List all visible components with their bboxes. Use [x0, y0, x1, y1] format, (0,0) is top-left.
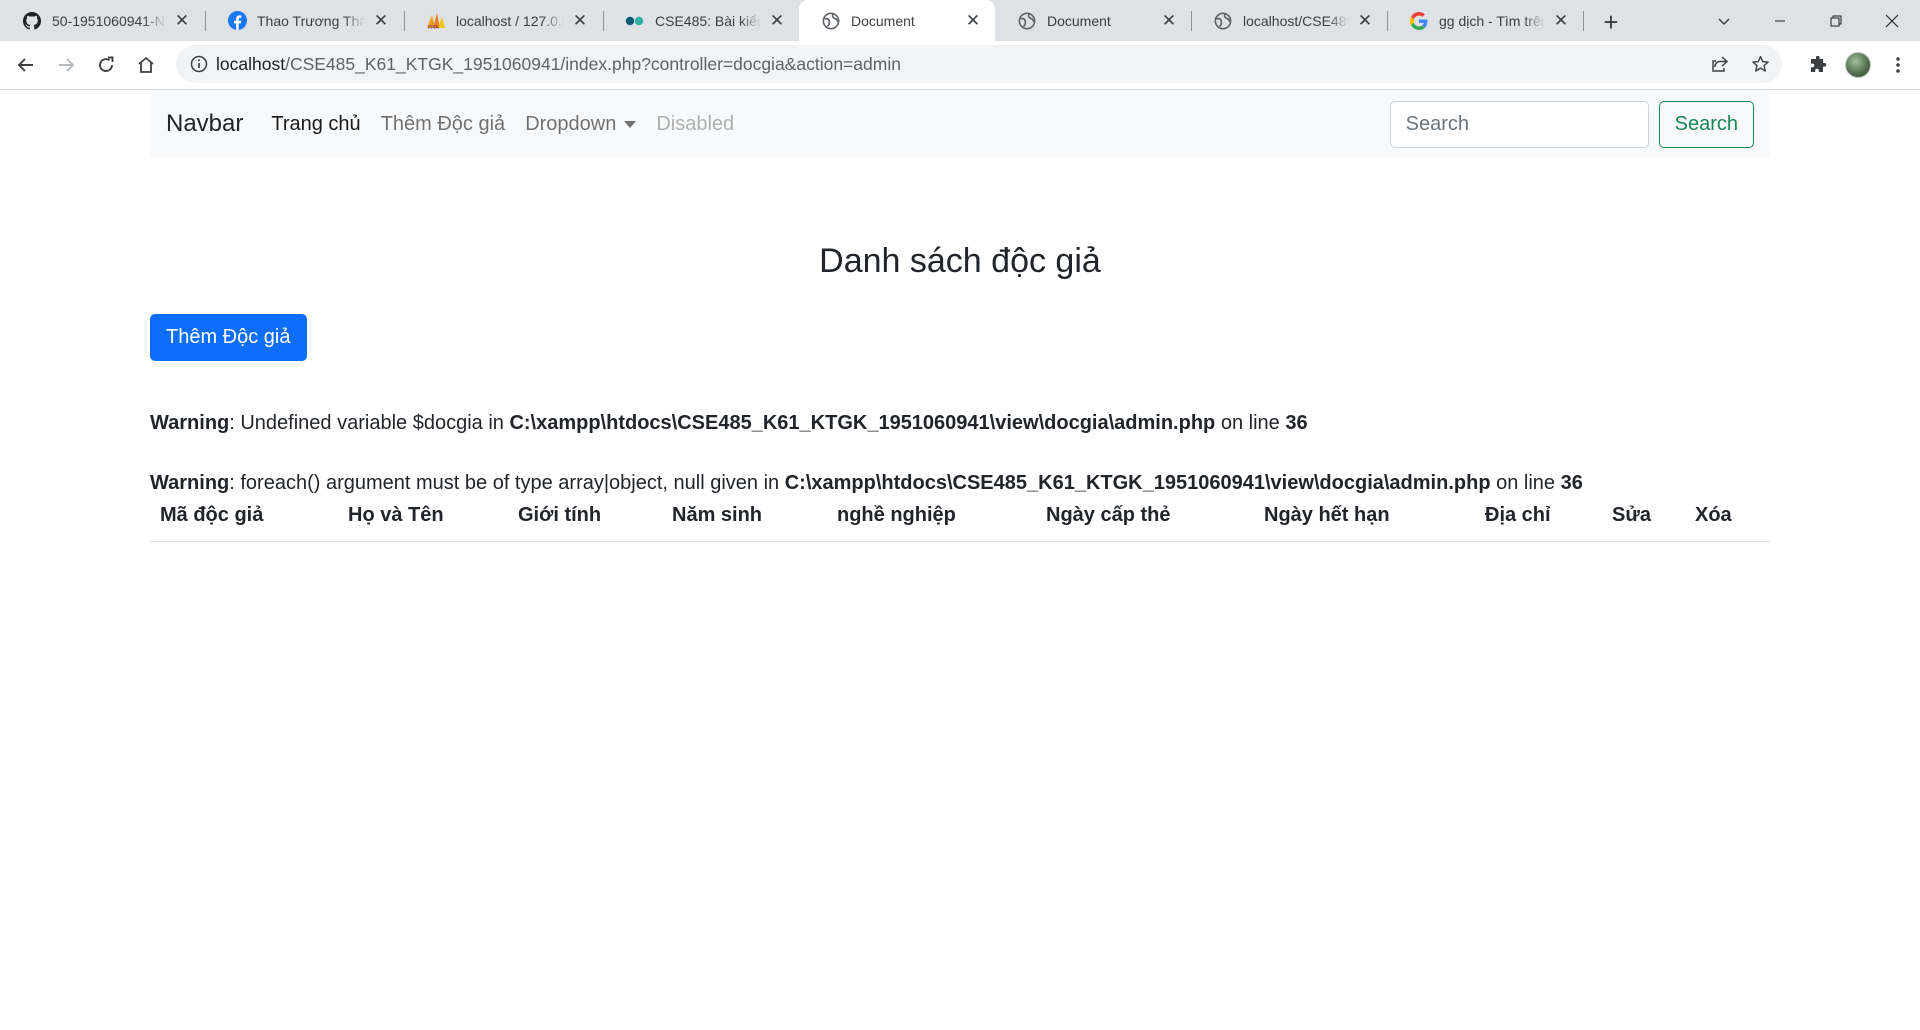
phpmyadmin-icon: PMA [426, 11, 446, 31]
tab-search-chevron-icon[interactable] [1696, 0, 1752, 41]
warning-file: C:\xampp\htdocs\CSE485_K61_KTGK_19510609… [784, 472, 1491, 494]
warning-label: Warning [150, 412, 230, 434]
close-window-icon[interactable] [1864, 0, 1920, 41]
page-content: Navbar Trang chủ Thêm Độc giả Dropdown D… [0, 90, 1920, 1030]
close-icon[interactable]: ✕ [371, 11, 391, 31]
column-header-expiry-date: Ngày hết hạn [1264, 504, 1390, 526]
restore-icon[interactable] [1808, 0, 1864, 41]
warning-label: Warning [150, 472, 230, 494]
tab-document[interactable]: Document ✕ [995, 0, 1191, 41]
tab-title: CSE485: Bài kiểm tra [655, 12, 761, 29]
tab-separator [1583, 11, 1584, 31]
column-header-issue-date: Ngày cấp thẻ [1046, 504, 1171, 526]
github-icon [22, 11, 42, 31]
warning-line-number: 36 [1285, 412, 1308, 434]
toolbar-right [1794, 49, 1914, 81]
new-tab-plus-icon[interactable]: + [1595, 6, 1627, 38]
avatar [1845, 52, 1871, 78]
globe-icon [1213, 11, 1233, 31]
close-icon[interactable]: ✕ [767, 11, 787, 31]
nav-dropdown[interactable]: Dropdown [525, 112, 637, 136]
tab-document-active[interactable]: Document ✕ [799, 0, 995, 41]
php-warning: Warning: Undefined variable $docgia in C… [150, 412, 1308, 435]
more-menu-icon[interactable] [1882, 49, 1914, 81]
address-bar[interactable]: localhost/CSE485_K61_KTGK_1951060941/ind… [176, 45, 1782, 83]
google-icon [1409, 11, 1429, 31]
tab-title: 50-1951060941-Nguyễn [52, 12, 166, 29]
add-reader-button[interactable]: Thêm Độc giả [150, 314, 307, 361]
close-icon[interactable]: ✕ [172, 11, 192, 31]
tab-localhost-cse485[interactable]: localhost/CSE485_K61 ✕ [1191, 0, 1387, 41]
column-header-address: Địa chỉ [1485, 504, 1551, 526]
flickr-dots-icon [625, 11, 645, 31]
tab-facebook[interactable]: Thao Trương Thanh ✕ [205, 0, 403, 41]
browser-tabstrip: 50-1951060941-Nguyễn ✕ Thao Trương Thanh… [0, 0, 1920, 41]
tab-title: Document [1047, 12, 1111, 29]
readers-table-header: Mã độc giả Họ và Tên Giới tính Năm sinh … [150, 500, 1770, 542]
search-form: Search [1389, 100, 1754, 148]
share-icon[interactable] [1704, 48, 1736, 80]
home-icon[interactable] [130, 49, 162, 81]
search-input[interactable] [1389, 100, 1649, 148]
column-header-gender: Giới tính [518, 504, 602, 526]
extensions-puzzle-icon[interactable] [1802, 49, 1834, 81]
search-button[interactable]: Search [1658, 100, 1754, 148]
page-title: Danh sách độc giả [819, 242, 1101, 280]
warning-file: C:\xampp\htdocs\CSE485_K61_KTGK_19510609… [509, 412, 1216, 434]
tab-title: gg dịch - Tìm trên Google [1439, 12, 1545, 29]
facebook-icon [227, 11, 247, 31]
nav-link-disabled: Disabled [656, 112, 735, 135]
navbar-brand[interactable]: Navbar [166, 110, 243, 138]
url-path: /CSE485_K61_KTGK_1951060941/index.php?co… [285, 53, 901, 74]
browser-toolbar: localhost/CSE485_K61_KTGK_1951060941/ind… [0, 41, 1920, 90]
column-header-reader-id: Mã độc giả [160, 504, 264, 526]
url-host: localhost [216, 53, 286, 74]
close-icon[interactable]: ✕ [1159, 11, 1179, 31]
address-bar-actions [1696, 48, 1776, 80]
nav-link-home[interactable]: Trang chủ [271, 113, 360, 136]
url-text: localhost/CSE485_K61_KTGK_1951060941/ind… [216, 54, 901, 75]
tab-title: Document [851, 12, 915, 29]
profile-avatar[interactable] [1842, 49, 1874, 81]
warning-message: : Undefined variable $docgia in [229, 412, 510, 434]
warning-on-line: on line [1490, 472, 1561, 494]
caret-down-icon [624, 120, 637, 128]
site-navbar: Navbar Trang chủ Thêm Độc giả Dropdown D… [150, 90, 1770, 158]
back-arrow-icon[interactable] [10, 49, 42, 81]
minimize-icon[interactable] [1752, 0, 1808, 41]
tab-phpmyadmin[interactable]: PMA localhost / 127.0.0.1 ✕ [404, 0, 602, 41]
column-header-full-name: Họ và Tên [348, 504, 444, 526]
close-icon[interactable]: ✕ [570, 11, 590, 31]
tab-cse485-quiz[interactable]: CSE485: Bài kiểm tra ✕ [603, 0, 799, 41]
column-header-delete: Xóa [1695, 504, 1732, 526]
column-header-birth-year: Năm sinh [672, 504, 763, 526]
svg-text:PMA: PMA [428, 25, 439, 30]
globe-icon [1017, 11, 1037, 31]
php-warning: Warning: foreach() argument must be of t… [150, 472, 1583, 495]
close-icon[interactable]: ✕ [963, 11, 983, 31]
warning-message: : foreach() argument must be of type arr… [229, 472, 785, 494]
reload-icon[interactable] [90, 49, 122, 81]
globe-icon [821, 11, 841, 31]
tab-google-search[interactable]: gg dịch - Tìm trên Google ✕ [1387, 0, 1583, 41]
nav-link-add-reader[interactable]: Thêm Độc giả [381, 113, 506, 136]
close-icon[interactable]: ✕ [1551, 11, 1571, 31]
tab-title: localhost / 127.0.0.1 [456, 12, 564, 29]
tab-title: localhost/CSE485_K61 [1243, 12, 1349, 29]
forward-arrow-icon[interactable] [50, 49, 82, 81]
warning-on-line: on line [1215, 412, 1286, 434]
warning-line-number: 36 [1560, 472, 1583, 494]
site-info-icon[interactable] [176, 55, 216, 73]
column-header-occupation: nghề nghiệp [837, 504, 956, 526]
bookmark-star-icon[interactable] [1744, 48, 1776, 80]
window-controls [1696, 0, 1920, 41]
nav-dropdown-label: Dropdown [525, 112, 617, 135]
column-header-edit: Sửa [1612, 504, 1651, 526]
tab-title: Thao Trương Thanh [257, 12, 365, 29]
close-icon[interactable]: ✕ [1355, 11, 1375, 31]
tab-github[interactable]: 50-1951060941-Nguyễn ✕ [0, 0, 204, 41]
